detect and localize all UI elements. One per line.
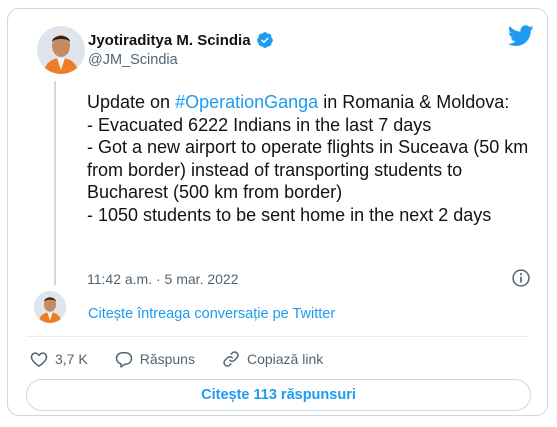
reply-button[interactable]: Răspuns (114, 349, 195, 369)
author-avatar[interactable] (37, 26, 85, 74)
link-icon (223, 351, 239, 367)
thread-line (54, 81, 56, 285)
reply-label: Răspuns (139, 351, 195, 367)
copy-link-button[interactable]: Copiază link (221, 349, 323, 369)
tweet-text: Update on #OperationGanga in Romania & M… (87, 92, 529, 225)
author-name-row[interactable]: Jyotiraditya M. Scindia (88, 31, 274, 49)
heart-icon (30, 352, 48, 367)
action-bar: 3,7 K Răspuns Copiază link (29, 349, 349, 369)
read-replies-label: Citește 113 răspunsuri (201, 387, 356, 403)
read-conversation-link[interactable]: Citește întreaga conversație pe Twitter (88, 306, 335, 322)
like-count: 3,7 K (55, 351, 88, 367)
divider (26, 336, 529, 337)
tweet-timestamp[interactable]: 11:42 a.m. · 5 mar. 2022 (87, 271, 239, 287)
hashtag-link[interactable]: #OperationGanga (175, 92, 318, 112)
read-replies-button[interactable]: Citește 113 răspunsuri (26, 379, 531, 411)
copy-link-label: Copiază link (246, 351, 324, 367)
author-avatar-small[interactable] (34, 291, 66, 323)
reply-bubble-icon (115, 352, 132, 369)
author-handle[interactable]: @JM_Scindia (88, 52, 178, 68)
info-icon[interactable] (511, 268, 531, 288)
verified-badge-icon (256, 32, 273, 48)
tweet-card: Jyotiraditya M. Scindia @JM_Scindia Upda… (7, 8, 548, 416)
twitter-bird-icon[interactable] (508, 25, 534, 47)
author-display-name[interactable]: Jyotiraditya M. Scindia (88, 32, 251, 49)
like-button[interactable]: 3,7 K (29, 349, 88, 369)
